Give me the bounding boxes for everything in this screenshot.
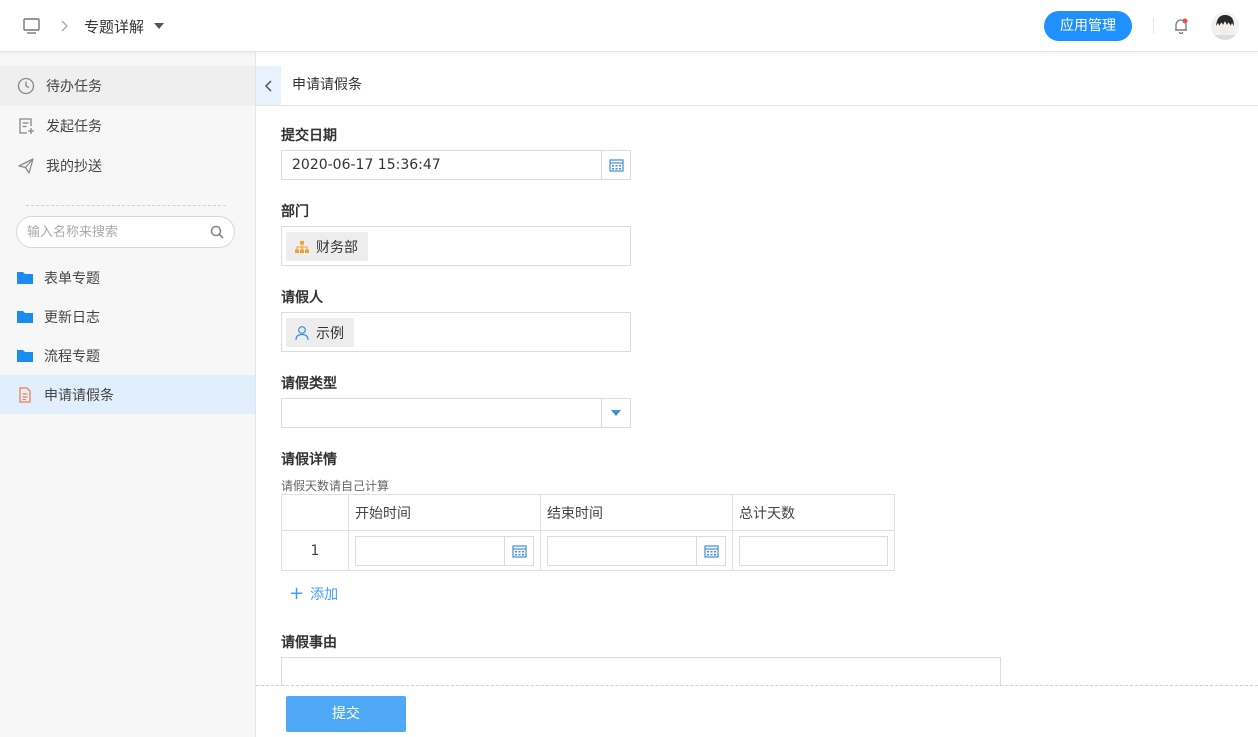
leave-details-hint: 请假天数请自己计算: [281, 479, 390, 493]
nav-item-todo[interactable]: 待办任务: [0, 66, 255, 106]
submit-date-input[interactable]: [282, 151, 582, 179]
dropdown-arrow-icon[interactable]: [601, 399, 630, 427]
user-icon: [294, 325, 310, 341]
form-title: 申请请假条: [292, 77, 362, 93]
top-header: 专题详解 应用管理: [0, 0, 1258, 52]
plus-icon: +: [289, 583, 305, 604]
avatar[interactable]: [1211, 12, 1239, 40]
sidebar: 待办任务 发起任务 我的抄送 表单专题 更新日志 流程专题: [0, 52, 256, 737]
bell-icon[interactable]: [1172, 17, 1190, 35]
applicant-label: 请假人: [281, 290, 323, 306]
main-content: 申请请假条 提交日期 部门 财务部 请假人 示例 请假类型: [256, 52, 1258, 737]
add-row-button[interactable]: + 添加: [289, 584, 338, 604]
nav-item-start-task[interactable]: 发起任务: [0, 106, 255, 146]
monitor-icon[interactable]: [22, 17, 42, 35]
form-tabbar: 申请请假条: [256, 66, 1258, 106]
sidebar-item-leave-request[interactable]: 申请请假条: [0, 375, 255, 414]
sidebar-divider: [26, 205, 226, 206]
applicant-tag-label: 示例: [316, 325, 344, 342]
table-header-row: 开始时间 结束时间 总计天数: [281, 494, 895, 531]
caret-down-icon[interactable]: [154, 23, 165, 29]
submit-button[interactable]: 提交: [286, 696, 406, 732]
new-task-icon: [16, 116, 36, 136]
department-tag[interactable]: 财务部: [286, 232, 368, 261]
search-input[interactable]: [17, 217, 197, 247]
breadcrumb: 专题详解: [22, 0, 165, 52]
column-header: 开始时间: [348, 494, 541, 531]
sidebar-item-changelog[interactable]: 更新日志: [0, 297, 255, 336]
sidebar-item-label: 表单专题: [44, 270, 100, 287]
total-days-cell: [732, 530, 895, 571]
applicant-field[interactable]: 示例: [281, 312, 631, 352]
calendar-icon[interactable]: [601, 151, 630, 179]
paper-plane-icon: [16, 156, 36, 176]
chevron-left-icon: [264, 79, 272, 92]
index-header: [281, 494, 349, 531]
leave-type-select[interactable]: [281, 398, 631, 428]
sidebar-item-process-topic[interactable]: 流程专题: [0, 336, 255, 375]
org-chart-icon: [294, 239, 310, 255]
nav-item-label: 发起任务: [46, 119, 102, 135]
department-field[interactable]: 财务部: [281, 226, 631, 266]
end-time-input[interactable]: [547, 535, 726, 566]
applicant-tag[interactable]: 示例: [286, 318, 354, 347]
folder-icon: [16, 270, 34, 286]
sidebar-item-form-topic[interactable]: 表单专题: [0, 258, 255, 297]
footer-divider: [256, 685, 1258, 686]
breadcrumb-title[interactable]: 专题详解: [84, 16, 144, 37]
leave-details-label: 请假详情: [281, 452, 337, 468]
folder-icon: [16, 309, 34, 325]
leave-type-label: 请假类型: [281, 376, 337, 392]
nav-item-label: 待办任务: [46, 79, 102, 95]
calendar-icon[interactable]: [504, 536, 533, 565]
table-row: 1: [281, 530, 895, 571]
folder-icon: [16, 348, 34, 364]
leave-details-table: 开始时间 结束时间 总计天数 1: [281, 494, 895, 571]
collapse-button[interactable]: [256, 66, 281, 105]
form-footer: [256, 686, 1258, 737]
column-header: 总计天数: [732, 494, 895, 531]
sidebar-item-label: 更新日志: [44, 309, 100, 326]
document-icon: [16, 386, 34, 403]
sidebar-search: [16, 216, 235, 248]
sidebar-item-label: 申请请假条: [44, 387, 114, 404]
column-header: 结束时间: [540, 494, 733, 531]
chevron-right-icon: [60, 19, 70, 33]
row-index: 1: [281, 530, 349, 571]
submit-date-label: 提交日期: [281, 128, 337, 144]
nav-item-cc[interactable]: 我的抄送: [0, 146, 255, 186]
reason-label: 请假事由: [281, 635, 337, 651]
nav-item-label: 我的抄送: [46, 159, 102, 175]
submit-date-field: [281, 150, 631, 180]
add-row-label: 添加: [310, 587, 339, 603]
start-time-input[interactable]: [355, 535, 534, 566]
start-time-cell: [348, 530, 541, 571]
search-icon[interactable]: [210, 225, 224, 239]
calendar-icon[interactable]: [696, 536, 725, 565]
sidebar-item-label: 流程专题: [44, 348, 100, 365]
clock-icon: [16, 76, 36, 96]
department-tag-label: 财务部: [316, 239, 358, 256]
header-divider: [1153, 18, 1154, 34]
department-label: 部门: [281, 204, 309, 220]
total-days-input[interactable]: [739, 535, 888, 566]
end-time-cell: [540, 530, 733, 571]
app-manage-button[interactable]: 应用管理: [1044, 11, 1132, 41]
